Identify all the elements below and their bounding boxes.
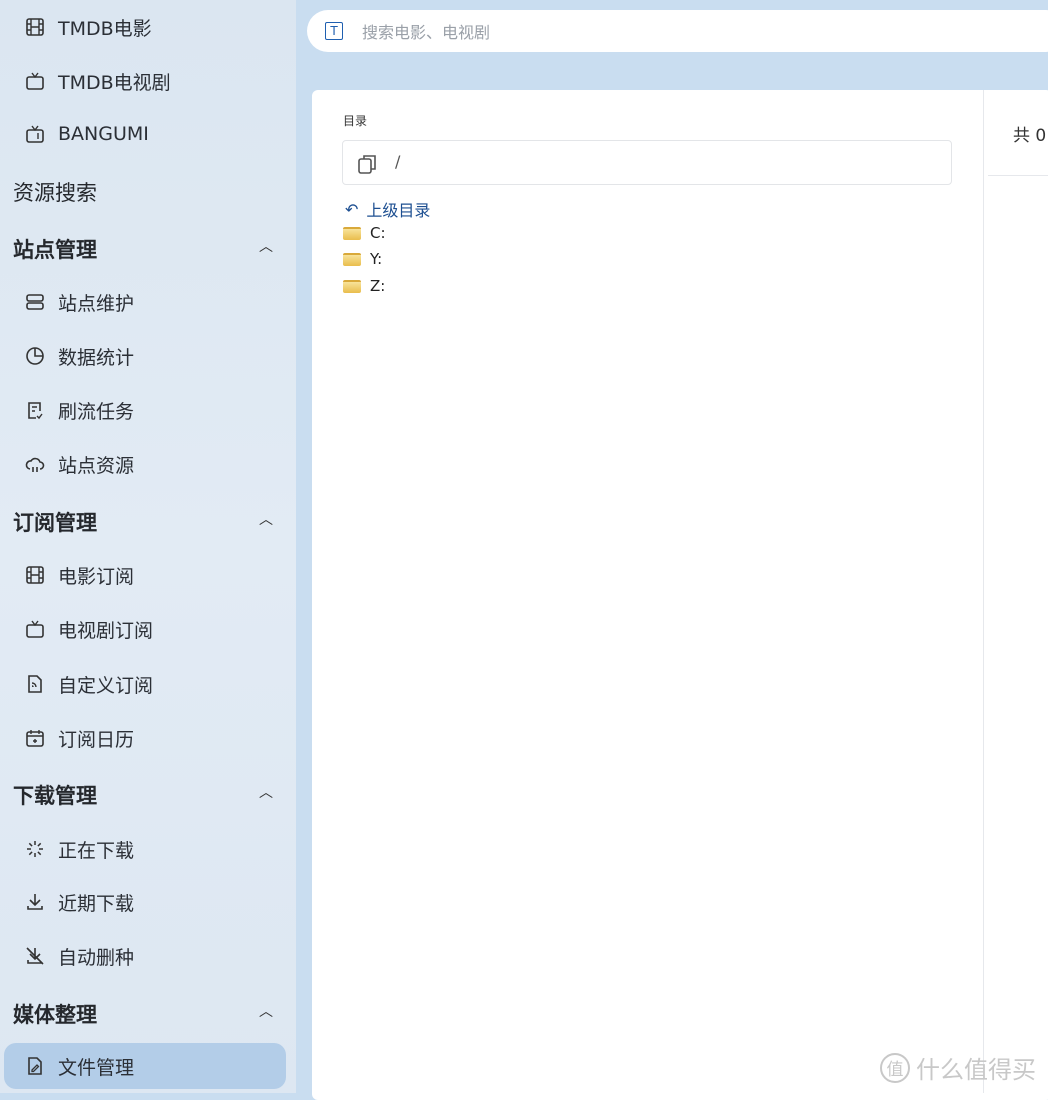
search-bar[interactable]: T 搜索电影、电视剧: [307, 10, 1048, 52]
sidebar-item-label: 站点资源: [58, 454, 135, 477]
path-value: /: [395, 152, 401, 171]
sidebar-item-label: 电影订阅: [58, 565, 135, 588]
sidebar: TMDB电影 TMDB电视剧 BANGUMI 资源搜索 站点管理 ︿ 站点维护 …: [0, 0, 296, 1093]
section-media-organize[interactable]: 媒体整理: [13, 999, 97, 1029]
chevron-up-icon[interactable]: ︿: [259, 236, 273, 256]
sidebar-item-label: 正在下载: [58, 839, 135, 862]
sidebar-item-custom-subscriptions[interactable]: 自定义订阅: [0, 661, 296, 707]
sidebar-item-resource-search[interactable]: 资源搜索: [13, 177, 97, 207]
watermark: 值什么值得买: [880, 1050, 1036, 1085]
sidebar-item-label: 电视剧订阅: [58, 619, 154, 642]
loading-icon: [24, 838, 46, 860]
sidebar-item-tmdb-tv[interactable]: TMDB电视剧: [0, 58, 296, 104]
folder-icon: [343, 252, 361, 266]
sidebar-item-label: 文件管理: [58, 1056, 135, 1079]
sidebar-item-site-maintenance[interactable]: 站点维护: [0, 279, 296, 325]
pie-chart-icon: [24, 345, 46, 367]
folder-item[interactable]: Y:: [343, 250, 382, 268]
sidebar-item-label: 数据统计: [58, 346, 135, 369]
sidebar-item-file-management[interactable]: 文件管理: [4, 1043, 286, 1089]
sidebar-item-label: 刷流任务: [58, 400, 135, 423]
download-off-icon: [24, 945, 46, 967]
chevron-up-icon[interactable]: ︿: [259, 782, 273, 802]
sidebar-item-movie-subscriptions[interactable]: 电影订阅: [0, 552, 296, 598]
chevron-up-icon[interactable]: ︿: [259, 509, 273, 529]
copy-icon[interactable]: [357, 153, 379, 179]
sidebar-item-auto-delete[interactable]: 自动删种: [0, 933, 296, 979]
cloud-icon: [24, 453, 46, 475]
item-count: 共 0: [1013, 126, 1047, 146]
sidebar-item-label: 站点维护: [58, 292, 135, 315]
server-icon: [24, 291, 46, 313]
folder-item[interactable]: Z:: [343, 277, 385, 295]
sidebar-item-subscription-calendar[interactable]: 订阅日历: [0, 715, 296, 761]
tv-retro-icon: [24, 123, 46, 145]
download-icon: [24, 891, 46, 913]
rss-file-icon: [24, 673, 46, 695]
watermark-logo: 值: [880, 1052, 910, 1083]
search-input[interactable]: 搜索电影、电视剧: [362, 19, 490, 43]
folder-item[interactable]: C:: [343, 224, 386, 242]
chevron-up-icon[interactable]: ︿: [259, 1001, 273, 1021]
film-icon: [24, 564, 46, 586]
header-divider: [988, 175, 1048, 176]
folder-name: C:: [370, 224, 386, 242]
parent-directory-label: 上级目录: [366, 201, 431, 220]
section-subscriptions[interactable]: 订阅管理: [13, 507, 97, 537]
sidebar-item-site-resources[interactable]: 站点资源: [0, 441, 296, 487]
task-icon: [24, 399, 46, 421]
sidebar-item-label: 自定义订阅: [58, 674, 154, 697]
calendar-icon: [24, 727, 46, 749]
sidebar-item-brush-tasks[interactable]: 刷流任务: [0, 387, 296, 433]
undo-arrow-icon: ↶: [345, 199, 359, 219]
sidebar-item-label: TMDB电影: [58, 17, 152, 40]
sidebar-item-label: TMDB电视剧: [58, 71, 171, 94]
section-downloads[interactable]: 下载管理: [13, 780, 97, 810]
sidebar-item-label: BANGUMI: [58, 123, 149, 145]
parent-directory-link[interactable]: ↶ 上级目录: [345, 197, 430, 221]
section-site-management[interactable]: 站点管理: [13, 234, 97, 264]
sidebar-item-label: 近期下载: [58, 892, 135, 915]
sidebar-item-tmdb-movie[interactable]: TMDB电影: [0, 4, 296, 50]
sidebar-item-recent-downloads[interactable]: 近期下载: [0, 879, 296, 925]
folder-name: Y:: [370, 250, 383, 268]
sidebar-item-label: 自动删种: [58, 946, 135, 969]
watermark-text: 什么值得买: [916, 1056, 1036, 1084]
sidebar-item-downloading[interactable]: 正在下载: [0, 826, 296, 872]
film-icon: [24, 16, 46, 38]
search-shortcut-icon: T: [325, 22, 343, 40]
path-input[interactable]: /: [342, 140, 952, 185]
file-edit-icon: [24, 1055, 46, 1077]
sidebar-item-statistics[interactable]: 数据统计: [0, 333, 296, 379]
file-browser-card: [312, 90, 1048, 1100]
sidebar-item-bangumi[interactable]: BANGUMI: [0, 111, 296, 157]
folder-name: Z:: [370, 277, 386, 295]
sidebar-item-tv-subscriptions[interactable]: 电视剧订阅: [0, 606, 296, 652]
folder-icon: [343, 279, 361, 293]
panel-divider: [983, 90, 984, 1093]
tv-icon: [24, 618, 46, 640]
tv-icon: [24, 70, 46, 92]
directory-label: 目录: [343, 114, 368, 128]
folder-icon: [343, 226, 361, 240]
sidebar-item-label: 订阅日历: [58, 728, 135, 751]
